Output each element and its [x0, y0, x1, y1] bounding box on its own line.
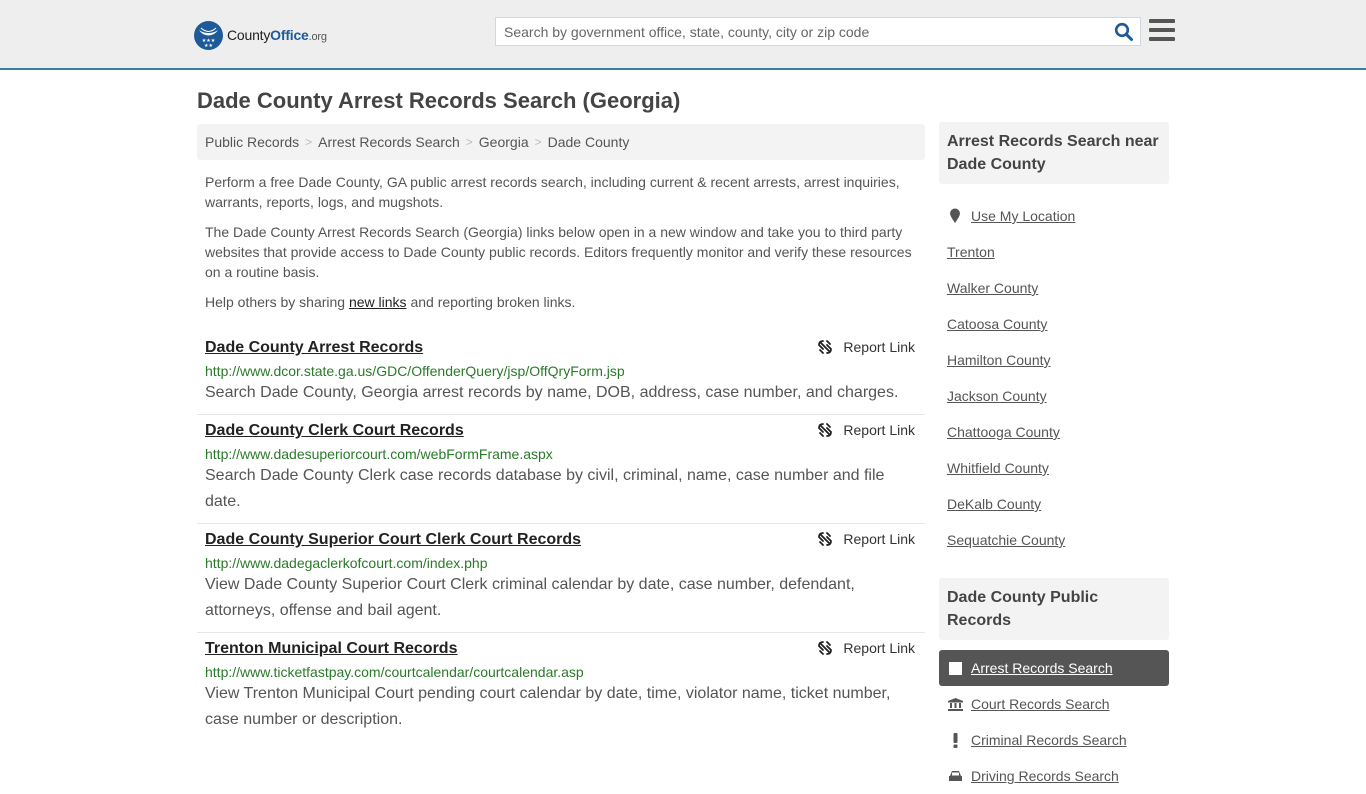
hamburger-menu-icon[interactable] [1149, 19, 1175, 43]
nearby-link-sequatchie-county[interactable]: Sequatchie County [947, 532, 1065, 548]
nearby-item: Catoosa County [939, 306, 1169, 342]
nearby-link-catoosa-county[interactable]: Catoosa County [947, 316, 1047, 332]
record-item: Trenton Municipal Court Records Report L… [197, 633, 925, 741]
report-link-button[interactable]: Report Link [817, 339, 915, 355]
page-title: Dade County Arrest Records Search (Georg… [197, 88, 681, 113]
record-description: View Trenton Municipal Court pending cou… [205, 685, 891, 728]
breadcrumb-separator: > [305, 135, 313, 149]
search-input[interactable] [496, 18, 1096, 45]
nearby-link-whitfield-county[interactable]: Whitfield County [947, 460, 1049, 476]
nearby-item: Jackson County [939, 378, 1169, 414]
nearby-link-chattooga-county[interactable]: Chattooga County [947, 424, 1060, 440]
nearby-item: Whitfield County [939, 450, 1169, 486]
use-my-location-link[interactable]: Use My Location [971, 208, 1075, 224]
record-item: Dade County Clerk Court Records Report L… [197, 415, 925, 524]
records-list: Dade County Arrest Records Report Link h… [197, 332, 925, 741]
intro-paragraph: Perform a free Dade County, GA public ar… [205, 174, 900, 210]
nearby-link-hamilton-county[interactable]: Hamilton County [947, 352, 1051, 368]
report-link-button[interactable]: Report Link [817, 422, 915, 438]
driving-records-search-link[interactable]: Driving Records Search [971, 768, 1119, 784]
record-title-link[interactable]: Dade County Clerk Court Records [205, 421, 464, 441]
record-description: View Dade County Superior Court Clerk cr… [205, 576, 855, 619]
public-records-heading: Dade County Public Records [939, 578, 1169, 640]
car-icon [947, 770, 963, 783]
nearby-link-jackson-county[interactable]: Jackson County [947, 388, 1047, 404]
breadcrumb-separator: > [465, 135, 473, 149]
criminal-records-search-link[interactable]: Criminal Records Search [971, 732, 1127, 748]
record-url: http://www.ticketfastpay.com/courtcalend… [205, 664, 584, 680]
record-url: http://www.dadesuperiorcourt.com/webForm… [205, 446, 553, 462]
nearby-item: Hamilton County [939, 342, 1169, 378]
breadcrumb: Public Records > Arrest Records Search >… [197, 124, 925, 160]
broken-link-icon [818, 423, 833, 437]
sidebar: Arrest Records Search near Dade County U… [939, 122, 1169, 794]
nearby-link-dekalb-county[interactable]: DeKalb County [947, 496, 1041, 512]
record-url: http://www.dadegaclerkofcourt.com/index.… [205, 555, 488, 571]
court-records-search-link[interactable]: Court Records Search [971, 696, 1110, 712]
record-description: Search Dade County, Georgia arrest recor… [205, 384, 899, 401]
search-icon [1114, 22, 1133, 41]
broken-link-icon [818, 340, 833, 354]
public-records-item-driving[interactable]: Driving Records Search [939, 758, 1169, 794]
record-item: Dade County Superior Court Clerk Court R… [197, 524, 925, 633]
courthouse-icon [947, 697, 963, 711]
eagle-logo-icon: ★★★ ★★ [194, 20, 223, 50]
exclamation-icon [947, 732, 963, 748]
public-records-list: Arrest Records Search Court Records Sear… [939, 650, 1169, 794]
nearby-item: Sequatchie County [939, 522, 1169, 558]
new-links-link[interactable]: new links [349, 294, 407, 310]
public-records-item-criminal[interactable]: Criminal Records Search [939, 722, 1169, 758]
site-logo[interactable]: ★★★ ★★ CountyOffice.org [194, 20, 327, 50]
disclaimer-paragraph: The Dade County Arrest Records Search (G… [205, 224, 912, 280]
broken-link-icon [818, 532, 833, 546]
public-records-item-court[interactable]: Court Records Search [939, 686, 1169, 722]
nearby-item: Walker County [939, 270, 1169, 306]
record-title-link[interactable]: Dade County Arrest Records [205, 338, 423, 358]
nearby-item: Chattooga County [939, 414, 1169, 450]
public-records-item-arrest[interactable]: Arrest Records Search [939, 650, 1169, 686]
record-item: Dade County Arrest Records Report Link h… [197, 332, 925, 415]
nearby-item: DeKalb County [939, 486, 1169, 522]
main-content: Public Records > Arrest Records Search >… [197, 124, 925, 741]
broken-link-icon [818, 641, 833, 655]
breadcrumb-arrest-records-search[interactable]: Arrest Records Search [318, 134, 460, 150]
site-header: ★★★ ★★ CountyOffice.org [0, 0, 1366, 70]
nearby-item: Trenton [939, 234, 1169, 270]
map-marker-icon [947, 208, 963, 224]
breadcrumb-separator: > [534, 135, 542, 149]
breadcrumb-georgia[interactable]: Georgia [479, 134, 529, 150]
record-title-link[interactable]: Trenton Municipal Court Records [205, 639, 457, 659]
nearby-heading: Arrest Records Search near Dade County [939, 122, 1169, 184]
record-url: http://www.dcor.state.ga.us/GDC/Offender… [205, 363, 625, 379]
breadcrumb-dade-county[interactable]: Dade County [548, 134, 630, 150]
record-description: Search Dade County Clerk case records da… [205, 467, 885, 510]
square-icon [947, 661, 963, 675]
arrest-records-search-link[interactable]: Arrest Records Search [971, 660, 1113, 676]
search-button[interactable] [1114, 22, 1134, 42]
record-title-link[interactable]: Dade County Superior Court Clerk Court R… [205, 530, 581, 550]
share-paragraph: Help others by sharing new links and rep… [205, 294, 576, 310]
nearby-link-trenton[interactable]: Trenton [947, 244, 995, 260]
intro-text: Perform a free Dade County, GA public ar… [197, 172, 925, 312]
logo-wordmark: CountyOffice.org [227, 27, 327, 43]
report-link-button[interactable]: Report Link [817, 531, 915, 547]
report-link-button[interactable]: Report Link [817, 640, 915, 656]
nearby-list: Use My Location Trenton Walker County Ca… [939, 198, 1169, 558]
breadcrumb-public-records[interactable]: Public Records [205, 134, 299, 150]
nearby-link-walker-county[interactable]: Walker County [947, 280, 1038, 296]
svg-text:★★: ★★ [204, 43, 213, 49]
search-box [495, 17, 1141, 46]
use-my-location-item: Use My Location [939, 198, 1169, 234]
